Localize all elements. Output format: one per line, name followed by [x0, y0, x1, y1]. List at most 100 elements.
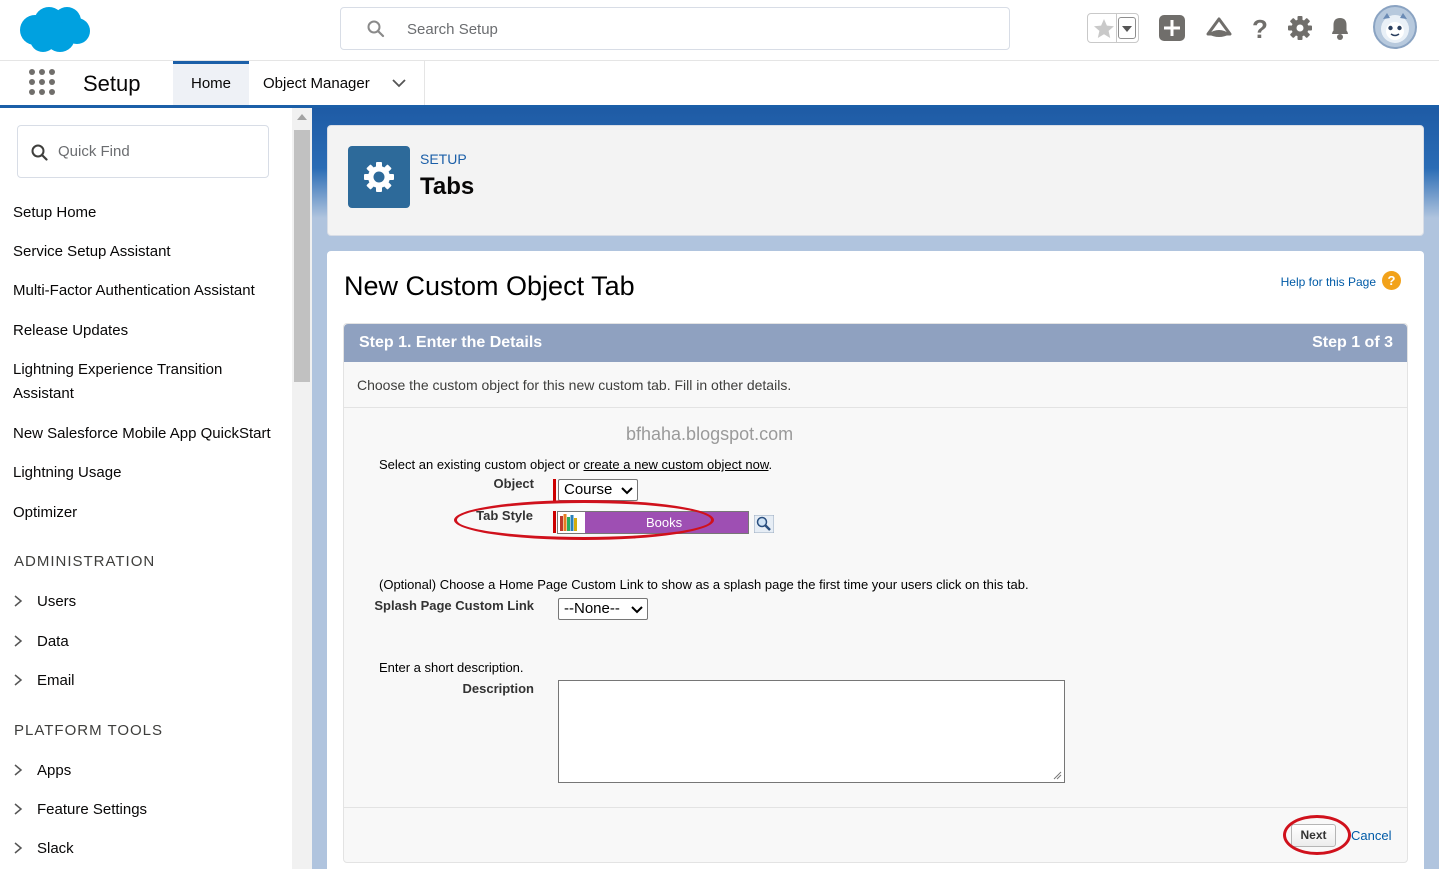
annotation-oval-next: [1283, 815, 1351, 855]
quick-find-placeholder: Quick Find: [58, 143, 130, 160]
splash-page-custom-link-label: Splash Page Custom Link: [374, 598, 534, 613]
tab-home[interactable]: Home: [173, 61, 249, 105]
search-placeholder: Search Setup: [407, 21, 498, 38]
section-administration: ADMINISTRATION: [14, 553, 156, 570]
global-actions-plus-icon[interactable]: [1158, 14, 1186, 42]
object-intro: Select an existing custom object or crea…: [379, 457, 772, 472]
gear-icon: [364, 162, 394, 192]
annotation-oval-tab-style: [454, 500, 714, 540]
chevron-right-icon: [14, 764, 23, 776]
chevron-right-icon: [14, 674, 23, 686]
sidebar-item-users-label: Users: [37, 593, 77, 610]
gear-icon[interactable]: [1286, 14, 1314, 42]
sidebar-item-data-label: Data: [37, 633, 69, 650]
chevron-right-icon: [14, 595, 23, 607]
scrollbar-thumb[interactable]: [294, 130, 310, 382]
page-title: New Custom Object Tab: [344, 271, 635, 301]
scroll-up-arrow-icon[interactable]: [297, 114, 307, 120]
svg-text:?: ?: [1252, 14, 1268, 42]
description-intro: Enter a short description.: [379, 660, 524, 675]
tab-object-manager-label: Object Manager: [263, 75, 370, 92]
user-avatar[interactable]: [1373, 5, 1417, 49]
object-select[interactable]: Course: [558, 479, 638, 501]
quick-find-input[interactable]: Quick Find: [17, 125, 269, 178]
object-select-value: Course: [564, 481, 613, 498]
step-footer: Next Cancel: [344, 807, 1407, 862]
content-card: New Custom Object Tab Help for this Page…: [327, 251, 1424, 869]
resize-grip-icon[interactable]: [1053, 771, 1062, 780]
step-description-row: Choose the custom object for this new cu…: [344, 362, 1407, 408]
setup-page-title: Tabs: [420, 173, 475, 200]
sidebar-item-mobile-quickstart[interactable]: New Salesforce Mobile App QuickStart: [13, 422, 288, 446]
sidebar-item-optimizer[interactable]: Optimizer: [13, 501, 288, 525]
step-description: Choose the custom object for this new cu…: [357, 377, 792, 393]
app-name: Setup: [83, 71, 141, 96]
chevron-down-icon[interactable]: [392, 78, 406, 88]
salesforce-logo-icon[interactable]: [16, 4, 92, 54]
lookup-magnifier-icon[interactable]: [754, 515, 774, 533]
setup-eyebrow: SETUP: [420, 151, 467, 167]
search-icon: [31, 144, 48, 161]
trailhead-icon[interactable]: [1205, 14, 1233, 42]
step-form-body: bfhaha.blogspot.com Select an existing c…: [344, 409, 1407, 807]
sidebar-item-email[interactable]: Email: [13, 672, 75, 689]
sidebar-item-email-label: Email: [37, 672, 75, 689]
sidebar-scrollbar[interactable]: [292, 108, 312, 869]
context-bar: Setup Home Object Manager: [0, 61, 1439, 108]
sidebar-item-feature-settings[interactable]: Feature Settings: [13, 801, 147, 818]
app-launcher-waffle-icon[interactable]: [29, 69, 55, 95]
sidebar-item-service-setup-assistant[interactable]: Service Setup Assistant: [13, 240, 288, 264]
chevron-right-icon: [14, 635, 23, 647]
tab-object-manager[interactable]: Object Manager: [249, 61, 425, 105]
favorites-group: [1087, 13, 1139, 43]
splash-intro: (Optional) Choose a Home Page Custom Lin…: [379, 577, 1029, 592]
sidebar-item-apps[interactable]: Apps: [13, 762, 71, 779]
help-icon[interactable]: ?: [1246, 14, 1274, 42]
global-header: Search Setup ?: [0, 0, 1439, 61]
description-label: Description: [462, 681, 534, 696]
create-custom-object-link[interactable]: create a new custom object now: [584, 457, 769, 472]
setup-sidebar: Quick Find Setup Home Service Setup Assi…: [0, 108, 292, 869]
setup-gear-icon-box: [348, 146, 410, 208]
help-question-icon[interactable]: ?: [1382, 271, 1401, 290]
sidebar-item-users[interactable]: Users: [13, 593, 76, 610]
astro-avatar-icon: [1381, 13, 1409, 43]
sidebar-item-lightning-transition-assistant[interactable]: Lightning Experience Transition Assistan…: [13, 358, 253, 406]
object-label: Object: [493, 476, 534, 491]
sidebar-item-lightning-usage[interactable]: Lightning Usage: [13, 461, 288, 485]
wizard-step-box: Step 1. Enter the Details Step 1 of 3 Ch…: [343, 323, 1408, 863]
sidebar-item-feature-settings-label: Feature Settings: [37, 801, 148, 818]
sidebar-item-apps-label: Apps: [37, 762, 72, 779]
sidebar-item-data[interactable]: Data: [13, 633, 69, 650]
chevron-right-icon: [14, 842, 23, 854]
step-header-bar: Step 1. Enter the Details Step 1 of 3: [344, 324, 1407, 362]
section-platform-tools: PLATFORM TOOLS: [14, 722, 164, 739]
step-count: Step 1 of 3: [1312, 334, 1393, 351]
description-textarea[interactable]: [558, 680, 1065, 783]
chevron-down-icon: [621, 487, 633, 495]
favorites-divider: [1116, 14, 1117, 42]
splash-select-value: --None--: [564, 600, 620, 617]
notification-bell-icon[interactable]: [1326, 14, 1354, 42]
star-icon[interactable]: [1092, 17, 1116, 41]
help-for-this-page-link[interactable]: Help for this Page: [1281, 275, 1376, 289]
sidebar-item-slack[interactable]: Slack: [13, 840, 74, 857]
chevron-down-icon: [1122, 26, 1132, 32]
sidebar-item-setup-home[interactable]: Setup Home: [13, 201, 288, 225]
search-setup-input[interactable]: Search Setup: [340, 7, 1010, 50]
cancel-link[interactable]: Cancel: [1351, 828, 1391, 843]
object-intro-prefix: Select an existing custom object or: [379, 457, 584, 472]
sidebar-item-slack-label: Slack: [37, 840, 74, 857]
chevron-down-icon: [631, 606, 643, 614]
chevron-right-icon: [14, 803, 23, 815]
sidebar-item-release-updates[interactable]: Release Updates: [13, 319, 288, 343]
search-icon: [367, 20, 385, 38]
step-label: Step 1. Enter the Details: [359, 334, 543, 351]
splash-page-select[interactable]: --None--: [558, 598, 648, 620]
favorites-dropdown-button[interactable]: [1118, 17, 1136, 39]
watermark-text: bfhaha.blogspot.com: [626, 424, 794, 444]
object-intro-suffix: .: [768, 457, 773, 472]
sidebar-item-mfa-assistant[interactable]: Multi-Factor Authentication Assistant: [13, 279, 288, 303]
required-indicator: [553, 479, 556, 501]
setup-header-card: SETUP Tabs: [327, 125, 1424, 236]
